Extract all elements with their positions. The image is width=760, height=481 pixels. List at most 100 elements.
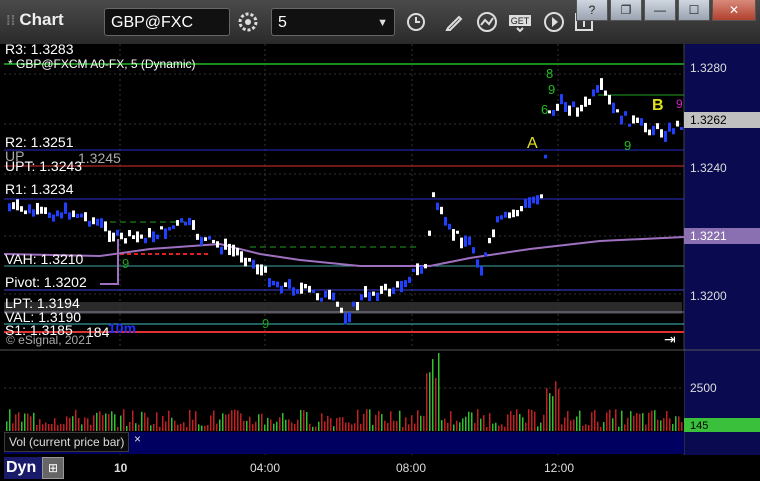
marker-9: 9 [548,82,555,97]
candle [520,206,523,212]
volume-bar [258,414,260,431]
volume-bar [384,420,386,431]
pencil-icon[interactable] [440,8,468,36]
close-button[interactable]: ✕ [712,0,756,21]
candle [368,291,371,302]
volume-bar [459,422,461,431]
candle [416,263,419,276]
candle [592,89,595,97]
dyn-button[interactable]: Dyn [4,457,42,479]
volume-bar [576,416,578,431]
volume-bar [606,412,608,431]
candle [528,197,531,209]
volume-close-button[interactable]: × [134,432,141,446]
volume-bar [423,416,425,431]
volume-bar [60,423,62,431]
volume-bar [399,410,401,431]
candle [496,216,499,223]
volume-bar [594,410,596,431]
chevron-down-icon: ▼ [377,17,388,29]
candle [536,195,539,205]
candle [284,282,287,288]
lock-icon[interactable]: ⊞ [42,457,64,479]
candle [564,102,567,112]
candle [620,115,623,125]
volume-bar [381,413,383,431]
candle [32,209,35,217]
restore-button[interactable]: ❐ [610,0,642,21]
minimize-button[interactable]: — [644,0,676,21]
candle [164,228,167,240]
get-data-icon[interactable]: GET [506,8,534,36]
volume-bar [525,422,527,431]
candle [524,199,527,208]
volume-bar [21,421,23,431]
candle [268,278,271,288]
candle [136,231,139,243]
volume-bar [477,409,479,431]
candle [320,297,323,302]
volume-bar [159,426,161,431]
volume-bar [240,413,242,431]
app-title: ⁞⁞ Chart [6,10,64,30]
volume-bar [180,423,182,431]
candle [92,217,95,225]
candle [432,192,435,198]
candle [184,221,187,226]
candle [64,202,67,214]
price-chart[interactable]: 1.3280 1.3240 1.3200 1.3262 1.3221 2500 … [0,44,760,481]
volume-bar [156,412,158,431]
candle [140,234,143,239]
volume-bar [654,410,656,431]
clock-icon[interactable] [402,8,430,36]
volume-bar [375,414,377,431]
candle [116,229,119,236]
candle [468,236,471,246]
candle [20,206,23,212]
candle [112,232,115,242]
candle [360,294,363,301]
gear-icon[interactable] [234,8,262,36]
volume-bar [219,419,221,431]
study-icon[interactable] [474,8,502,36]
volume-bar [489,413,491,431]
candle [328,289,331,300]
candle [292,287,295,296]
volume-bar [294,423,296,431]
candle [572,101,575,108]
volume-bar [657,419,659,431]
volume-bar [105,413,107,431]
candle [372,291,375,296]
maximize-button[interactable]: ☐ [678,0,710,21]
help-button[interactable]: ? [576,0,608,21]
volume-bar [639,413,641,431]
candle [128,230,131,237]
volume-bar [561,424,563,431]
volume-bar [129,421,131,431]
candle [72,210,75,218]
time-tick: 10 [114,461,128,475]
volume-bar [108,414,110,431]
price-tick: 1.3240 [690,161,727,175]
volume-bar [669,418,671,431]
candle [616,109,619,113]
volume-bar [177,424,179,431]
volume-bar [132,410,134,431]
symbol-input[interactable]: GBP@FXC [104,8,230,36]
scroll-end-icon[interactable]: ⇥ [664,331,676,347]
play-icon[interactable] [540,8,568,36]
candle [256,264,259,275]
volume-bar [468,411,470,431]
candle [584,96,587,107]
volume-bar [243,420,245,431]
candle [604,90,607,96]
volume-bar [411,415,413,431]
candle [36,202,39,215]
candle [388,288,391,297]
interval-select[interactable]: 5 ▼ [271,8,395,36]
mid-fragment: 10m [108,320,136,336]
candle [440,206,443,215]
volume-bar [171,417,173,431]
candle [344,312,347,325]
marker-9: 9 [262,316,269,331]
